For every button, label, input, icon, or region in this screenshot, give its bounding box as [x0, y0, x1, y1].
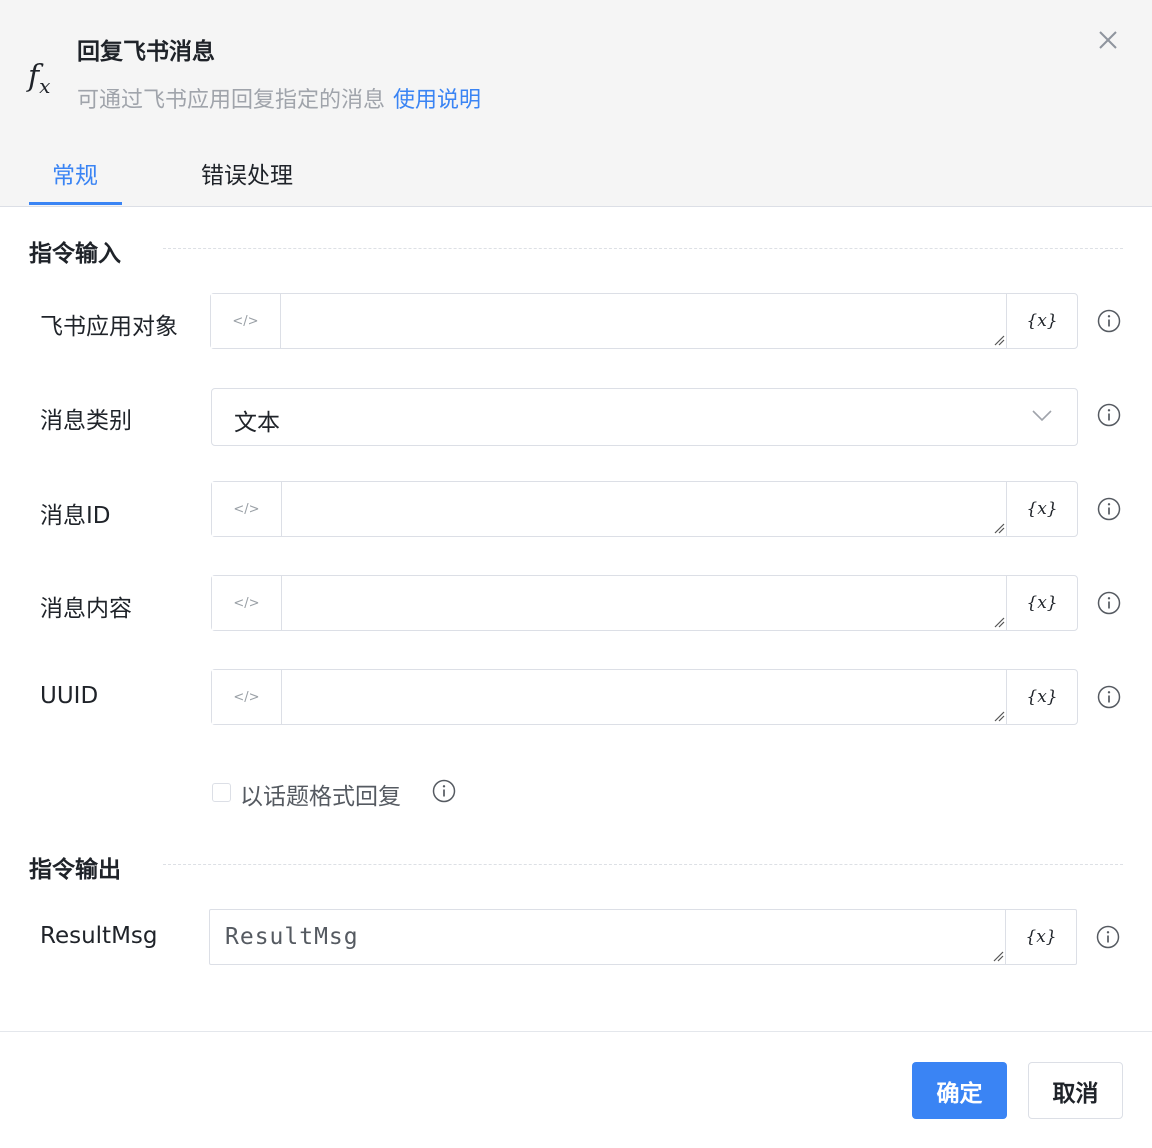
section-divider [163, 248, 1123, 249]
reply-in-thread-checkbox[interactable] [212, 783, 231, 802]
result-msg-input[interactable] [210, 910, 1006, 964]
info-icon[interactable] [1097, 685, 1121, 709]
variable-button[interactable]: {x} [1006, 576, 1077, 630]
info-icon[interactable] [1097, 403, 1121, 427]
section-title-input: 指令输入 [29, 241, 121, 267]
info-icon[interactable] [1097, 591, 1121, 615]
footer-divider [0, 1031, 1152, 1032]
code-mode-button[interactable]: </> [212, 482, 282, 536]
message-type-select[interactable]: 文本 [211, 388, 1078, 446]
uuid-field: </> {x} [211, 669, 1078, 725]
confirm-button[interactable]: 确定 [912, 1062, 1007, 1119]
chevron-down-icon [1032, 410, 1052, 422]
message-content-input[interactable] [282, 576, 1007, 630]
code-mode-button[interactable]: </> [212, 576, 282, 630]
uuid-input[interactable] [282, 670, 1007, 724]
active-tab-indicator [29, 202, 122, 205]
label-message-id: 消息ID [40, 503, 111, 529]
label-uuid: UUID [40, 683, 99, 709]
app-object-input[interactable] [281, 294, 1007, 348]
tab-general[interactable]: 常规 [52, 156, 98, 190]
info-icon[interactable] [1097, 309, 1121, 333]
message-content-field: </> {x} [211, 575, 1078, 631]
result-msg-field: {x} [209, 909, 1077, 965]
message-id-field: </> {x} [211, 481, 1078, 537]
resize-handle-icon[interactable] [993, 334, 1005, 346]
variable-button[interactable]: {x} [1006, 482, 1077, 536]
message-id-input[interactable] [282, 482, 1007, 536]
info-icon[interactable] [432, 779, 456, 803]
close-icon[interactable] [1092, 24, 1124, 56]
section-divider [163, 864, 1123, 865]
dialog-header: fx 回复飞书消息 可通过飞书应用回复指定的消息 使用说明 常规 错误处理 [0, 0, 1152, 207]
message-type-value: 文本 [234, 410, 280, 436]
tab-error-handling[interactable]: 错误处理 [201, 156, 293, 190]
reply-in-thread-label[interactable]: 以话题格式回复 [240, 777, 401, 811]
section-title-output: 指令输出 [29, 857, 121, 883]
cancel-button[interactable]: 取消 [1028, 1062, 1123, 1119]
resize-handle-icon[interactable] [993, 522, 1005, 534]
info-icon[interactable] [1096, 925, 1120, 949]
resize-handle-icon[interactable] [992, 950, 1004, 962]
help-link[interactable]: 使用说明 [393, 88, 481, 113]
variable-button[interactable]: {x} [1006, 294, 1077, 348]
label-result-msg: ResultMsg [40, 923, 158, 949]
variable-button[interactable]: {x} [1005, 910, 1076, 964]
variable-button[interactable]: {x} [1006, 670, 1077, 724]
resize-handle-icon[interactable] [993, 710, 1005, 722]
code-mode-button[interactable]: </> [211, 294, 281, 348]
description-text: 可通过飞书应用回复指定的消息 [77, 88, 386, 113]
resize-handle-icon[interactable] [993, 616, 1005, 628]
function-icon: fx [28, 59, 51, 99]
label-message-content: 消息内容 [40, 596, 132, 622]
label-app-object: 飞书应用对象 [40, 314, 178, 340]
dialog-title: 回复飞书消息 [77, 39, 215, 65]
app-object-field: </> {x} [210, 293, 1078, 349]
dialog-description: 可通过飞书应用回复指定的消息 使用说明 [77, 82, 481, 114]
label-message-type: 消息类别 [40, 408, 132, 434]
info-icon[interactable] [1097, 497, 1121, 521]
code-mode-button[interactable]: </> [212, 670, 282, 724]
